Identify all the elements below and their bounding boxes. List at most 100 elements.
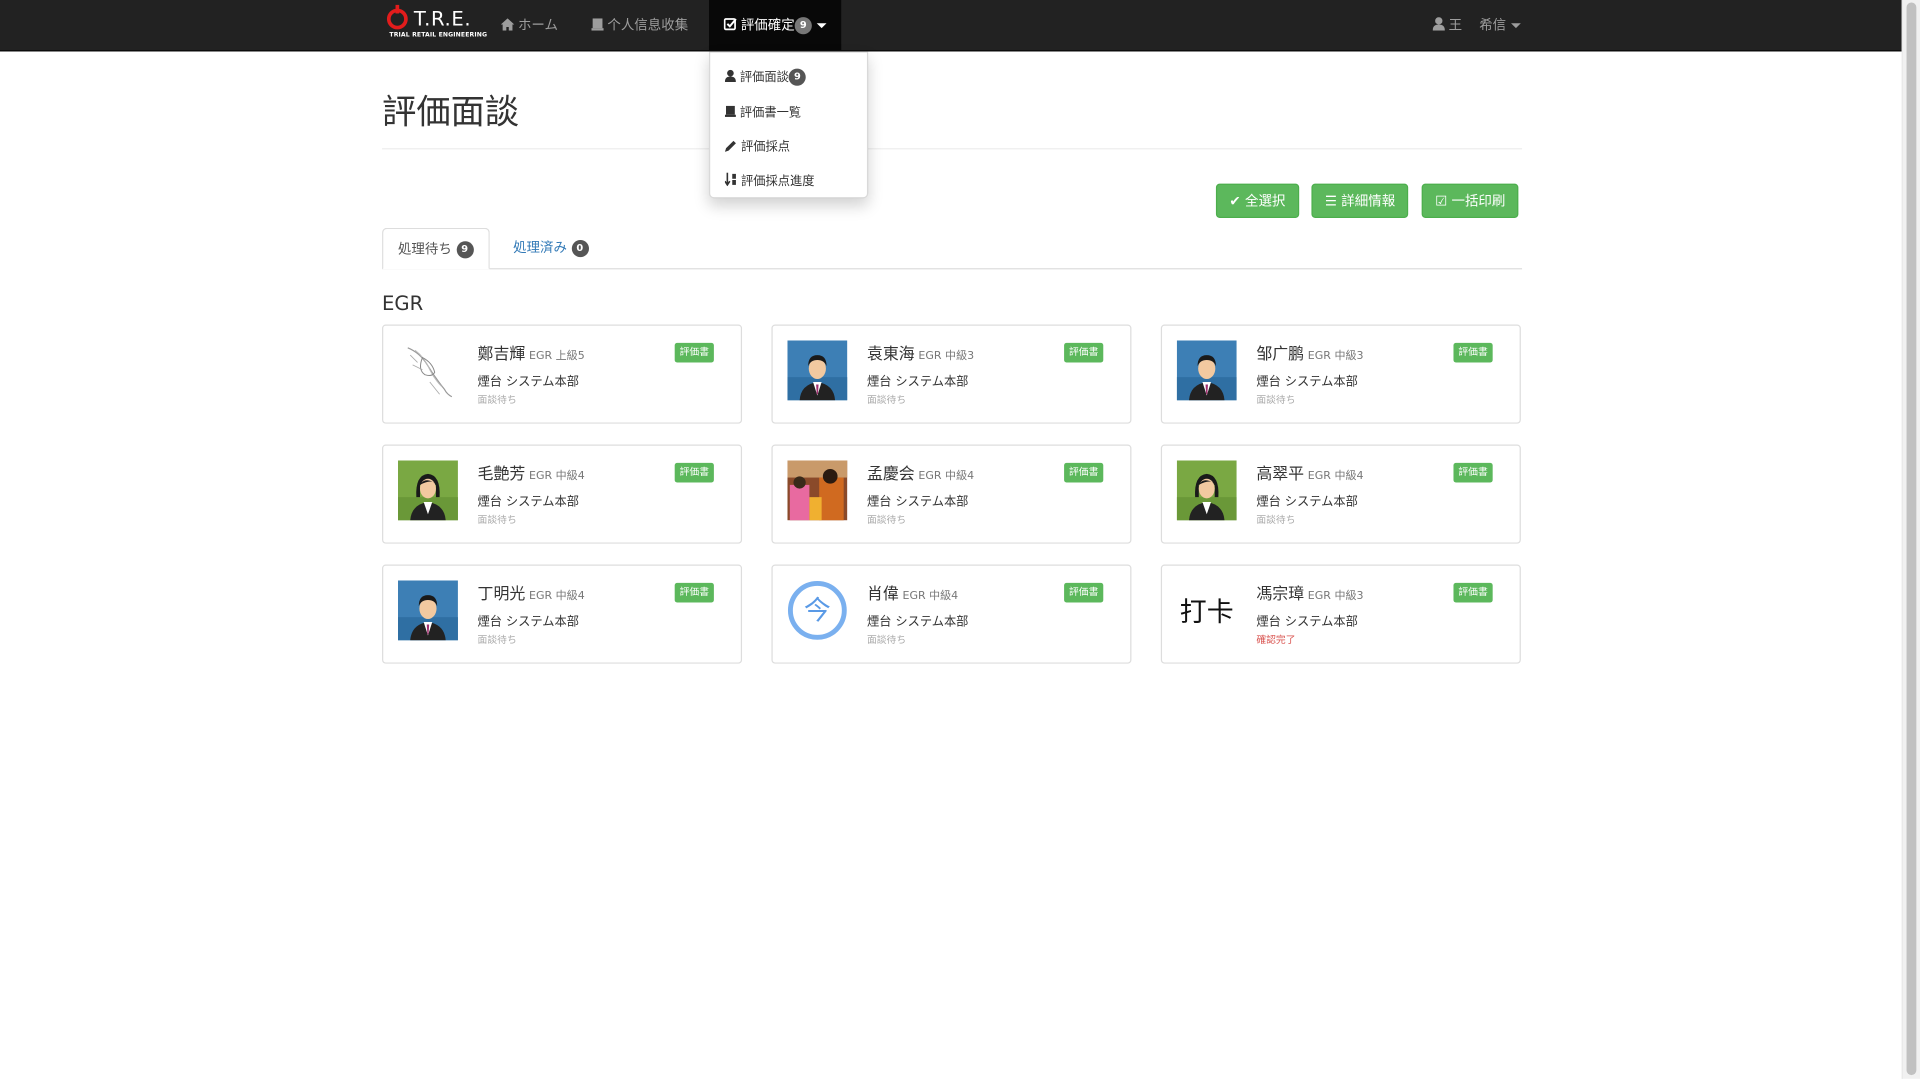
dropdown-item-scoring[interactable]: 評価採点 bbox=[724, 136, 790, 154]
nav-home-label: ホーム bbox=[517, 17, 558, 34]
employee-name-text: 馮宗璋 bbox=[1256, 585, 1305, 604]
employee-grade: EGR 中級3 bbox=[1307, 350, 1364, 363]
employee-status: 確認完了 bbox=[1256, 634, 1296, 646]
batch-print-button[interactable]: ☑ 一括印刷 bbox=[1421, 183, 1519, 218]
brand-subtitle: TRIAL RETAIL ENGINEERING bbox=[389, 31, 488, 40]
app-stage: T.R.E. TRIAL RETAIL ENGINEERING ホーム 个人信息… bbox=[0, 0, 1920, 1079]
evaluation-dropdown-menu: 評価面談 9 評価書一覧 評価採点 評価採点進度 bbox=[708, 51, 869, 199]
select-all-button[interactable]: ✔ 全選択 bbox=[1215, 183, 1299, 218]
dropdown-item-evaluation-list[interactable]: 評価書一覧 bbox=[724, 102, 802, 121]
nav-evaluation-label: 評価確定 bbox=[740, 17, 795, 34]
evaluation-sheet-label[interactable]: 評価書 bbox=[674, 342, 714, 363]
caret-down-icon bbox=[816, 23, 827, 29]
employee-department: 煙台 システム本部 bbox=[866, 495, 969, 510]
employee-status: 面談待ち bbox=[477, 514, 517, 526]
nav-home[interactable]: ホーム bbox=[500, 0, 558, 50]
employee-status: 面談待ち bbox=[866, 514, 907, 526]
list-icon: ☰ bbox=[1324, 193, 1338, 210]
employee-card[interactable]: 今 肖偉 EGR 中級4 煙台 システム本部 面談待ち 評価書 bbox=[771, 564, 1132, 664]
employee-status: 面談待ち bbox=[1256, 394, 1296, 406]
logo-ring-icon bbox=[386, 4, 408, 30]
employee-name-text: 鄭吉輝 bbox=[477, 345, 526, 364]
employee-name-text: 肖偉 bbox=[866, 585, 899, 604]
evaluation-sheet-label[interactable]: 評価書 bbox=[674, 462, 714, 483]
scrollbar-thumb[interactable] bbox=[1906, 2, 1917, 1076]
employee-name: 鄭吉輝 EGR 上級5 bbox=[478, 340, 585, 363]
employee-department: 煙台 システム本部 bbox=[1256, 375, 1358, 390]
evaluation-sheet-label[interactable]: 評価書 bbox=[1064, 342, 1104, 363]
employee-name: 高翠平 EGR 中級4 bbox=[1256, 460, 1363, 483]
employee-grade: EGR 中級3 bbox=[918, 350, 975, 363]
evaluation-sheet-label[interactable]: 評価書 bbox=[1064, 582, 1104, 603]
tab-pending[interactable]: 処理待ち 9 bbox=[382, 227, 490, 270]
dropdown-item-evaluation-list-label: 評価書一覧 bbox=[739, 106, 802, 121]
employee-name: 丁明光 EGR 中級4 bbox=[478, 580, 585, 603]
nav-user-short: 王 bbox=[1448, 17, 1463, 34]
user-icon bbox=[724, 69, 736, 82]
tab-pending-label: 処理待ち bbox=[397, 241, 452, 258]
avatar bbox=[1176, 340, 1237, 401]
nav-user-dropdown[interactable]: 王 希信 bbox=[1432, 0, 1521, 50]
select-all-label: 全選択 bbox=[1244, 193, 1286, 210]
book-icon bbox=[591, 18, 604, 31]
employee-department: 煙台 システム本部 bbox=[1256, 615, 1358, 630]
check-icon: ✔ bbox=[1229, 193, 1241, 210]
employee-grade: EGR 中級4 bbox=[529, 590, 585, 603]
employee-grade: EGR 中級4 bbox=[918, 470, 975, 483]
employee-name: 肖偉 EGR 中級4 bbox=[867, 580, 958, 603]
tab-done-label: 処理済み bbox=[513, 240, 567, 256]
nav-evaluation-dropdown[interactable]: 評価確定 9 bbox=[708, 0, 842, 51]
evaluation-sheet-label[interactable]: 評価書 bbox=[1453, 582, 1493, 603]
tab-done[interactable]: 処理済み 0 bbox=[506, 228, 596, 270]
employee-grade: EGR 上級5 bbox=[529, 350, 585, 363]
evaluation-sheet-label[interactable]: 評価書 bbox=[1453, 462, 1493, 483]
evaluation-sheet-label[interactable]: 評価書 bbox=[674, 582, 714, 603]
dropdown-item-scoring-progress-label: 評価採点進度 bbox=[741, 175, 815, 189]
employee-grade: EGR 中級4 bbox=[529, 470, 585, 483]
employee-card[interactable]: 孟慶会 EGR 中級4 煙台 システム本部 面談待ち 評価書 bbox=[771, 444, 1132, 544]
evaluation-sheet-label[interactable]: 評価書 bbox=[1453, 342, 1493, 363]
employee-name-text: 孟慶会 bbox=[866, 465, 915, 484]
employee-name: 毛艶芳 EGR 中級4 bbox=[478, 460, 585, 483]
employee-name: 邹广鹏 EGR 中級3 bbox=[1256, 340, 1363, 363]
detail-info-button[interactable]: ☰ 詳細情報 bbox=[1311, 183, 1409, 218]
employee-name-text: 丁明光 bbox=[477, 585, 526, 604]
sort-icon bbox=[724, 172, 736, 187]
employee-card[interactable]: 丁明光 EGR 中級4 煙台 システム本部 面談待ち 評価書 bbox=[382, 564, 743, 664]
home-icon bbox=[500, 18, 515, 31]
avatar: 打卡 bbox=[1176, 580, 1237, 641]
employee-grade: EGR 中級4 bbox=[902, 590, 959, 603]
nav-personal-info-label: 个人信息收集 bbox=[607, 17, 689, 34]
brand-logo[interactable]: T.R.E. TRIAL RETAIL ENGINEERING bbox=[386, 4, 487, 44]
edit-icon: ☑ bbox=[1435, 193, 1448, 210]
top-navbar: T.R.E. TRIAL RETAIL ENGINEERING ホーム 个人信息… bbox=[0, 0, 1920, 52]
avatar bbox=[397, 340, 458, 401]
dropdown-item-interview-badge: 9 bbox=[788, 68, 806, 86]
dropdown-item-interview-label: 評価面談 bbox=[739, 71, 789, 85]
employee-card[interactable]: 邹广鹏 EGR 中級3 煙台 システム本部 面談待ち 評価書 bbox=[1160, 324, 1521, 424]
evaluation-sheet-label[interactable]: 評価書 bbox=[1064, 462, 1104, 483]
employee-name-text: 毛艶芳 bbox=[477, 465, 526, 484]
employee-department: 煙台 システム本部 bbox=[866, 375, 969, 390]
page-title: 評価面談 bbox=[382, 91, 520, 133]
employee-status: 面談待ち bbox=[866, 634, 907, 646]
employee-card[interactable]: 毛艶芳 EGR 中級4 煙台 システム本部 面談待ち 評価書 bbox=[382, 444, 743, 544]
avatar bbox=[1176, 460, 1237, 521]
employee-name: 袁東海 EGR 中級3 bbox=[867, 340, 974, 363]
employee-card[interactable]: 鄭吉輝 EGR 上級5 煙台 システム本部 面談待ち 評価書 bbox=[382, 324, 743, 424]
employee-card[interactable]: 袁東海 EGR 中級3 煙台 システム本部 面談待ち 評価書 bbox=[771, 324, 1132, 424]
employee-card[interactable]: 打卡 馮宗璋 EGR 中級3 煙台 システム本部 確認完了 評価書 bbox=[1160, 564, 1521, 664]
employee-department: 煙台 システム本部 bbox=[866, 615, 969, 630]
employee-status: 面談待ち bbox=[866, 394, 907, 406]
employee-card[interactable]: 高翠平 EGR 中級4 煙台 システム本部 面談待ち 評価書 bbox=[1160, 444, 1521, 544]
employee-department: 煙台 システム本部 bbox=[477, 375, 580, 390]
dropdown-item-scoring-progress[interactable]: 評価採点進度 bbox=[724, 170, 815, 189]
page-scrollbar[interactable] bbox=[1901, 0, 1920, 1079]
employee-name: 孟慶会 EGR 中級4 bbox=[867, 460, 974, 483]
detail-info-label: 詳細情報 bbox=[1341, 193, 1396, 210]
avatar bbox=[787, 460, 848, 521]
dropdown-item-interview[interactable]: 評価面談 9 bbox=[724, 66, 806, 86]
check-square-icon bbox=[723, 18, 737, 31]
nav-personal-info[interactable]: 个人信息收集 bbox=[591, 0, 688, 50]
avatar bbox=[787, 340, 848, 401]
